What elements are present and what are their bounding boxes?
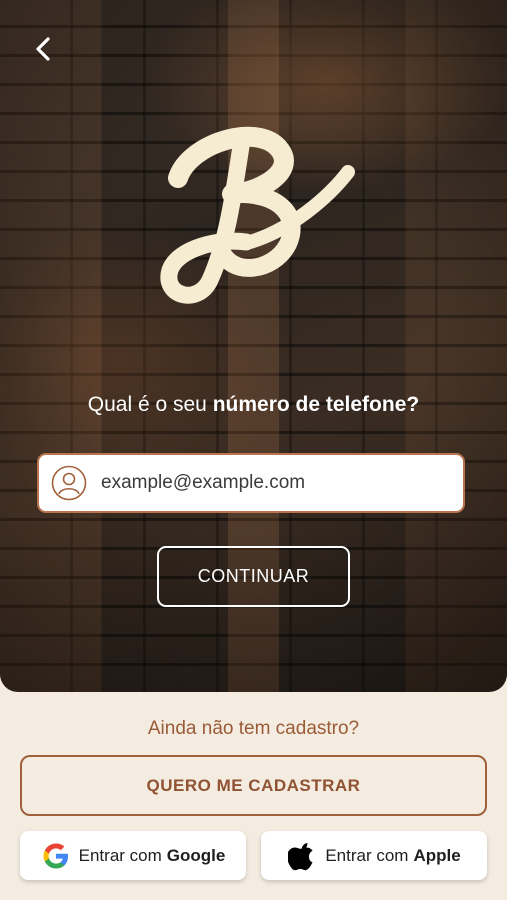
chevron-left-icon (36, 37, 50, 61)
apple-icon (287, 841, 317, 871)
google-signin-button[interactable]: Entrar com Google (20, 831, 246, 880)
login-screen: Qual é o seu número de telefone? CONTINU… (0, 0, 507, 900)
stone-wall-hero: Qual é o seu número de telefone? CONTINU… (0, 0, 507, 692)
user-icon (51, 465, 87, 501)
apple-signin-button[interactable]: Entrar com Apple (261, 831, 487, 880)
google-button-brand: Google (166, 845, 226, 865)
login-field[interactable] (37, 453, 465, 513)
apple-button-prefix: Entrar com (325, 845, 409, 865)
brand-logo (160, 126, 355, 304)
signup-prompt: Ainda não tem cadastro? (147, 718, 360, 739)
back-button[interactable] (26, 32, 60, 66)
apple-button-brand: Apple (413, 845, 461, 865)
question-highlight: número de telefone? (212, 393, 420, 416)
question-prefix: Qual é o seu (87, 393, 213, 416)
continue-button[interactable]: CONTINUAR (157, 546, 350, 607)
google-button-prefix: Entrar com (78, 845, 162, 865)
signup-button[interactable]: QUERO ME CADASTRAR (20, 755, 487, 816)
phone-question: Qual é o seu número de telefone? (0, 393, 507, 417)
google-icon (41, 841, 71, 871)
login-input[interactable] (99, 471, 443, 495)
